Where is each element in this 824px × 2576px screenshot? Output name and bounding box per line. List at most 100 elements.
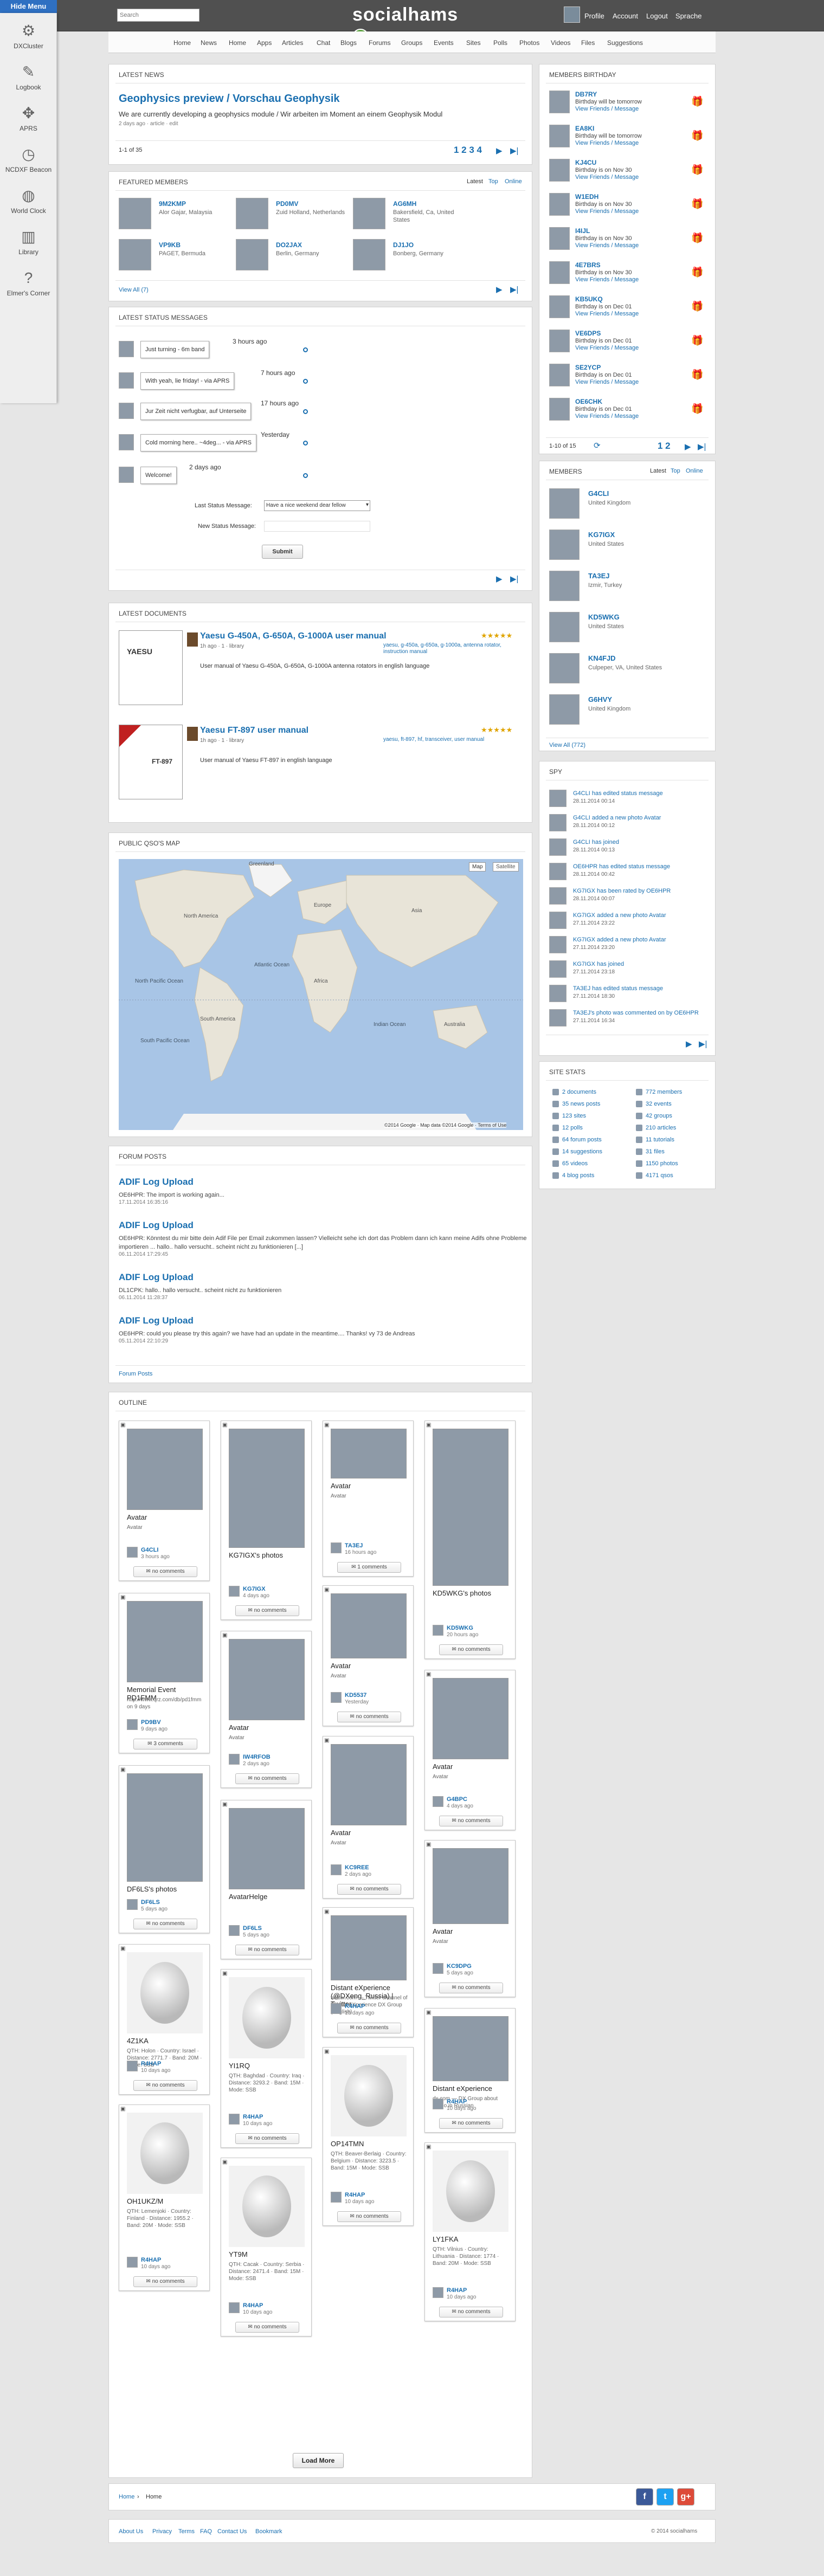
avatar[interactable] xyxy=(127,1547,138,1558)
card-title[interactable]: KG7IGX's photos xyxy=(229,1551,307,1559)
featured-member[interactable]: PD0MV Zuid Holland, Netherlands xyxy=(236,198,349,231)
last-page-icon[interactable]: ▶| xyxy=(510,285,518,294)
comments-button[interactable]: ✉ no comments xyxy=(337,1712,401,1722)
stat-item[interactable]: 2 documents xyxy=(552,1089,596,1096)
document-thumbnail[interactable]: YAESU xyxy=(119,630,183,705)
nav-events[interactable]: Events xyxy=(434,39,454,47)
card-photo[interactable] xyxy=(433,2016,508,2081)
avatar[interactable] xyxy=(549,227,570,250)
avatar[interactable] xyxy=(433,2099,443,2109)
avatar[interactable] xyxy=(229,2114,240,2125)
card-owner-call[interactable]: R4HAP xyxy=(345,2192,365,2198)
card-photo[interactable] xyxy=(127,1429,203,1510)
featured-member[interactable]: DJ1JO Bonberg, Germany xyxy=(353,239,466,273)
card-title[interactable]: LY1FKA xyxy=(433,2235,511,2243)
breadcrumb-home[interactable]: Home xyxy=(119,2494,134,2500)
birthday-links[interactable]: View Friends / Message xyxy=(575,140,639,146)
member-call[interactable]: G6HVY xyxy=(588,695,612,703)
birthday-links[interactable]: View Friends / Message xyxy=(575,311,639,317)
avatar[interactable] xyxy=(433,1625,443,1636)
card-photo[interactable] xyxy=(229,1639,305,1720)
avatar[interactable] xyxy=(549,159,570,182)
nav-blogs[interactable]: Blogs xyxy=(340,39,357,47)
view-all-featured[interactable]: View All (7) xyxy=(119,287,149,293)
comments-button[interactable]: ✉ no comments xyxy=(337,2211,401,2222)
footer-link-privacy[interactable]: Privacy xyxy=(152,2528,172,2535)
featured-member[interactable]: 9M2KMP Alor Gajar, Malaysia xyxy=(119,198,231,231)
featured-member[interactable]: VP9KB PAGET, Bermuda xyxy=(119,239,231,273)
comments-button[interactable]: ✉ no comments xyxy=(235,2133,299,2144)
footer-link-bookmark[interactable]: Bookmark xyxy=(255,2528,282,2535)
spy-activity[interactable]: KG7IGX has been rated by OE6HPR xyxy=(573,888,671,894)
next-page-icon[interactable]: ▶ xyxy=(686,1039,692,1049)
document-title[interactable]: Yaesu G-450A, G-650A, G-1000A user manua… xyxy=(200,631,387,641)
birthday-call[interactable]: OE6CHK xyxy=(575,398,602,405)
spy-activity[interactable]: KG7IGX added a new photo Avatar xyxy=(573,912,666,919)
spy-activity[interactable]: G4CLI has edited status message xyxy=(573,790,663,797)
comments-button[interactable]: ✉ no comments xyxy=(133,2276,197,2287)
language-link[interactable]: Sprache xyxy=(675,12,701,20)
card-owner-call[interactable]: KC9REE xyxy=(345,1864,369,1871)
avatar[interactable] xyxy=(433,1963,443,1974)
gift-icon[interactable]: 🎁 xyxy=(691,164,703,176)
stat-item[interactable]: 31 files xyxy=(636,1148,665,1155)
tab-online[interactable]: Online xyxy=(505,178,522,185)
avatar[interactable] xyxy=(549,125,570,147)
avatar[interactable] xyxy=(549,571,580,601)
avatar[interactable] xyxy=(331,1692,342,1703)
card-owner-call[interactable]: R4HAP xyxy=(447,2287,467,2294)
spy-activity[interactable]: KG7IGX added a new photo Avatar xyxy=(573,937,666,943)
avatar[interactable] xyxy=(549,694,580,725)
spy-activity[interactable]: G4CLI added a new photo Avatar xyxy=(573,815,661,821)
member-call[interactable]: KD5WKG xyxy=(588,613,620,621)
stat-item[interactable]: 64 forum posts xyxy=(552,1137,602,1144)
stat-item[interactable]: 35 news posts xyxy=(552,1101,600,1108)
avatar[interactable] xyxy=(229,1925,240,1936)
birthday-links[interactable]: View Friends / Message xyxy=(575,174,639,180)
spy-activity[interactable]: TA3EJ has edited status message xyxy=(573,985,663,992)
card-photo[interactable] xyxy=(331,1593,407,1658)
avatar[interactable] xyxy=(549,985,566,1002)
nav-chat[interactable]: Chat xyxy=(317,39,330,47)
site-logo[interactable]: socialhams xyxy=(352,4,473,46)
spy-activity[interactable]: OE6HPR has edited status message xyxy=(573,863,670,870)
gift-icon[interactable]: 🎁 xyxy=(691,369,703,380)
avatar[interactable] xyxy=(119,341,134,357)
nav-files[interactable]: Files xyxy=(581,39,595,47)
forum-post-title[interactable]: ADIF Log Upload xyxy=(119,1315,531,1326)
comments-button[interactable]: ✉ no comments xyxy=(439,1644,503,1655)
nav-sites[interactable]: Sites xyxy=(466,39,481,47)
gift-icon[interactable]: 🎁 xyxy=(691,198,703,210)
nav-home-2[interactable]: Home xyxy=(229,39,246,47)
card-owner-call[interactable]: R4HAP xyxy=(141,2061,161,2067)
world-map[interactable]: Map Satellite North America South Americ… xyxy=(119,859,523,1130)
avatar[interactable] xyxy=(549,814,566,831)
card-photo[interactable] xyxy=(127,1952,203,2033)
avatar[interactable] xyxy=(119,403,134,419)
nav-forums[interactable]: Forums xyxy=(369,39,391,47)
card-owner-call[interactable]: R4HAP xyxy=(141,2257,161,2263)
stat-item[interactable]: 11 tutorials xyxy=(636,1137,674,1144)
avatar[interactable] xyxy=(433,1796,443,1807)
document-thumbnail[interactable]: FT-897 xyxy=(119,725,183,799)
new-status-input[interactable] xyxy=(264,521,370,532)
avatar[interactable] xyxy=(127,1899,138,1910)
card-photo[interactable] xyxy=(127,2113,203,2194)
birthday-call[interactable]: DB7RY xyxy=(575,91,597,98)
comments-button[interactable]: ✉ no comments xyxy=(235,1945,299,1955)
avatar[interactable] xyxy=(549,936,566,953)
birthday-call[interactable]: VE6DPS xyxy=(575,330,601,337)
map-type-map-button[interactable]: Map xyxy=(469,862,486,871)
tab-top[interactable]: Top xyxy=(671,468,680,474)
card-title[interactable]: Avatar xyxy=(229,1723,307,1732)
spy-activity[interactable]: KG7IGX has joined xyxy=(573,961,624,967)
card-title[interactable]: AvatarHelge xyxy=(229,1893,307,1901)
stat-item[interactable]: 772 members xyxy=(636,1089,682,1096)
card-owner-call[interactable]: R4HAP xyxy=(345,2003,365,2010)
avatar[interactable] xyxy=(331,1864,342,1875)
card-owner-call[interactable]: R4HAP xyxy=(243,2114,263,2120)
card-photo[interactable] xyxy=(229,2166,305,2247)
card-title[interactable]: KD5WKG's photos xyxy=(433,1589,511,1597)
comments-button[interactable]: ✉ no comments xyxy=(439,2118,503,2129)
tab-latest[interactable]: Latest xyxy=(650,468,666,474)
